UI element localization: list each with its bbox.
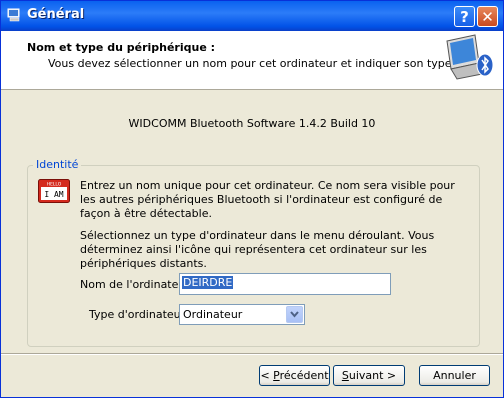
svg-text:I AM: I AM xyxy=(44,190,63,199)
computer-name-input[interactable]: DEIRDRE xyxy=(179,273,391,295)
svg-text:HELLO: HELLO xyxy=(47,182,62,188)
header-title: Nom et type du périphérique : xyxy=(27,41,216,54)
header-subtitle: Vous devez sélectionner un nom pour cet … xyxy=(48,57,456,70)
name-description: Entrez un nom unique pour cet ordinateur… xyxy=(80,179,455,220)
dropdown-arrow-button[interactable] xyxy=(286,306,303,323)
next-button[interactable]: Suivant > xyxy=(333,365,405,386)
bluetooth-computer-icon xyxy=(7,8,20,22)
wizard-header: Nom et type du périphérique : Vous devez… xyxy=(1,31,503,90)
name-tag-icon: HELLO I AM xyxy=(38,179,70,203)
type-description: Sélectionnez un type d'ordinateur dans l… xyxy=(80,229,435,270)
computer-type-label: Type d'ordinateur : xyxy=(89,308,193,321)
chevron-down-icon xyxy=(290,311,299,318)
help-button[interactable]: ? xyxy=(454,6,475,27)
footer-divider xyxy=(1,353,503,355)
computer-name-value: DEIRDRE xyxy=(182,276,234,289)
dialog-window: Général ? ✕ Nom et type du périphérique … xyxy=(0,0,504,398)
computer-type-value: Ordinateur xyxy=(183,308,243,321)
close-button[interactable]: ✕ xyxy=(477,6,498,27)
bluetooth-laptop-icon xyxy=(446,34,494,80)
previous-button[interactable]: < Précédent xyxy=(259,365,330,386)
identity-group-label: Identité xyxy=(33,158,82,171)
title-bar[interactable]: Général ? ✕ xyxy=(1,1,503,31)
computer-type-select[interactable]: Ordinateur xyxy=(179,304,305,325)
window-title: Général xyxy=(27,7,85,22)
cancel-button[interactable]: Annuler xyxy=(419,365,490,386)
software-version: WIDCOMM Bluetooth Software 1.4.2 Build 1… xyxy=(128,117,376,130)
